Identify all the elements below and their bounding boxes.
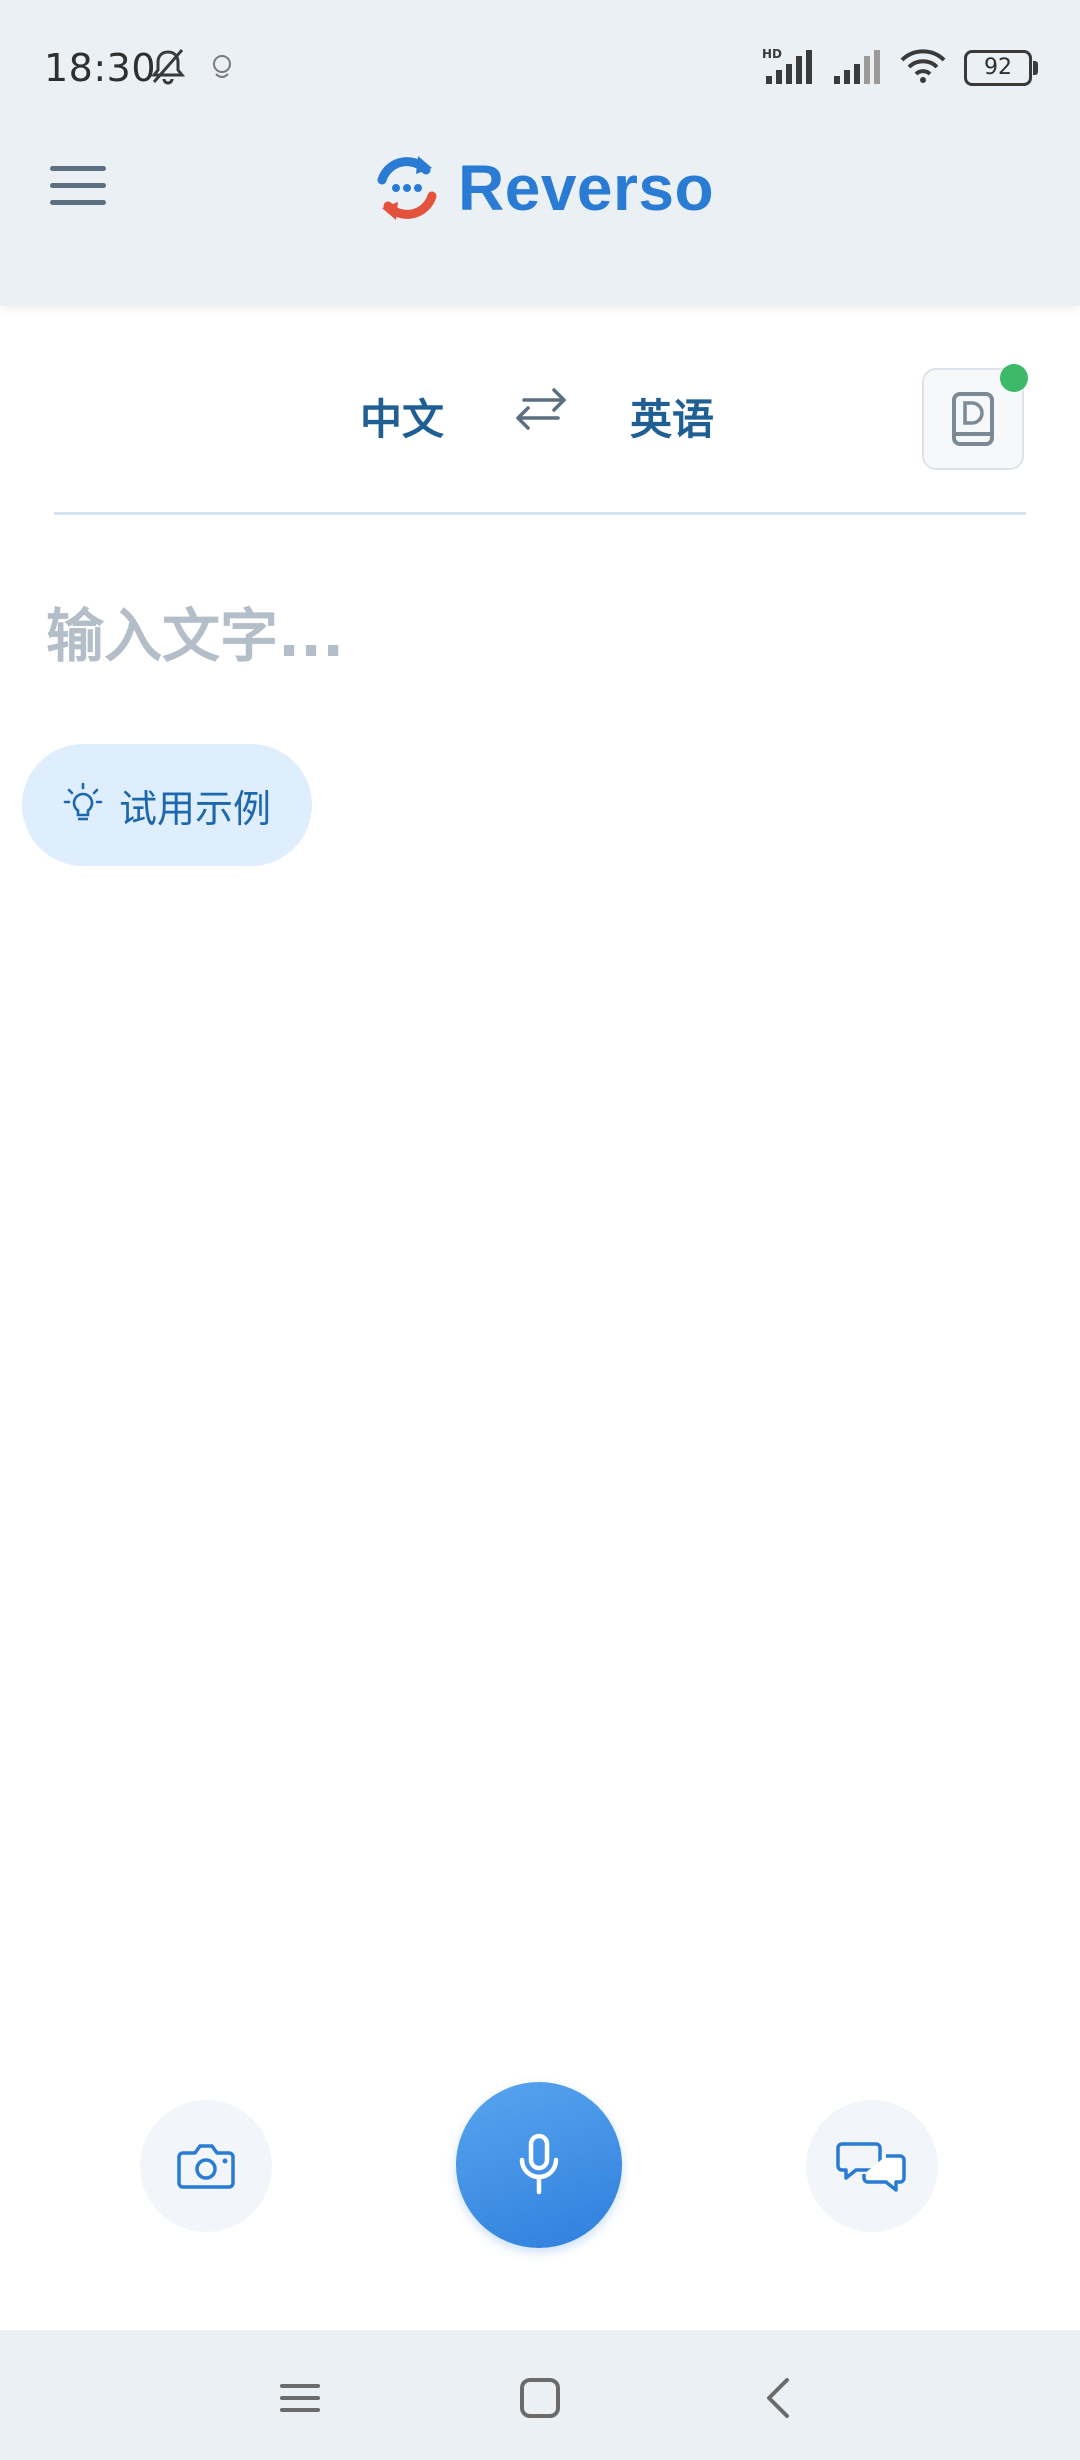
app-notification-icon xyxy=(210,52,234,84)
camera-icon xyxy=(177,2144,235,2189)
bell-muted-icon xyxy=(148,46,188,90)
nav-home-button[interactable] xyxy=(510,2370,570,2426)
app-header: 18:30 HD 92 Reverso xyxy=(0,0,1080,306)
nav-menu-icon xyxy=(280,2384,320,2412)
dictionary-button[interactable] xyxy=(922,364,1028,470)
menu-line xyxy=(50,200,106,205)
nav-menu-button[interactable] xyxy=(270,2370,330,2426)
menu-line xyxy=(50,183,106,188)
signal-hd-icon: HD xyxy=(762,46,816,90)
conversation-button[interactable] xyxy=(806,2100,938,2232)
signal-icon xyxy=(832,46,882,90)
nav-home-icon xyxy=(520,2378,560,2418)
swap-arrows-icon xyxy=(516,388,566,430)
hamburger-menu-button[interactable] xyxy=(50,166,106,206)
app-logo: Reverso xyxy=(368,148,714,228)
try-example-label: 试用示例 xyxy=(118,786,271,831)
camera-button[interactable] xyxy=(140,2100,272,2232)
nav-back-button[interactable] xyxy=(748,2370,808,2426)
nav-back-icon xyxy=(767,2378,789,2418)
text-input[interactable] xyxy=(44,580,1038,692)
dictionary-book-icon xyxy=(952,392,994,446)
status-time: 18:30 xyxy=(44,46,157,90)
menu-line xyxy=(50,166,106,171)
battery-indicator: 92 xyxy=(964,50,1038,86)
language-selector: 中文 英语 xyxy=(0,306,1080,514)
source-language-button[interactable]: 中文 xyxy=(360,386,444,447)
wifi-icon xyxy=(898,46,948,90)
status-right-icons: HD 92 xyxy=(762,46,1038,90)
app-name: Reverso xyxy=(458,152,715,224)
system-navigation-bar xyxy=(0,2330,1080,2460)
svg-text:HD: HD xyxy=(762,47,782,61)
try-example-button[interactable]: 试用示例 xyxy=(22,744,312,866)
conversation-icon xyxy=(836,2142,906,2192)
target-language-button[interactable]: 英语 xyxy=(630,386,714,447)
microphone-icon xyxy=(519,2133,559,2195)
divider xyxy=(54,512,1026,515)
status-left-icons xyxy=(148,46,234,90)
microphone-button[interactable] xyxy=(456,2082,622,2248)
swap-languages-button[interactable] xyxy=(510,384,572,432)
reverso-logo-icon xyxy=(377,156,437,220)
lightbulb-icon xyxy=(63,782,103,821)
dictionary-badge xyxy=(1000,364,1028,392)
